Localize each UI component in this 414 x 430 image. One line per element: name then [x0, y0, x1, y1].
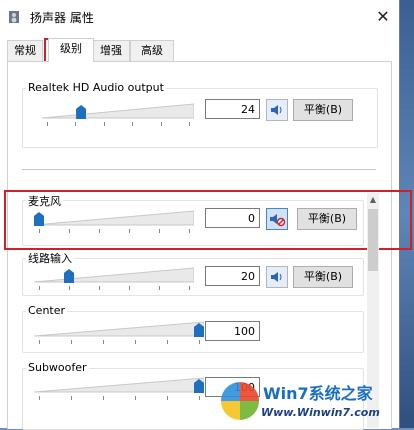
slider-tick: [135, 396, 136, 400]
slider-tick: [39, 340, 40, 344]
output-mute-button[interactable]: [266, 99, 288, 121]
speaker-icon: [271, 105, 282, 115]
slider-tick: [47, 122, 48, 126]
line-in-volume-value[interactable]: 20: [205, 266, 260, 286]
slider-track: [34, 377, 204, 393]
subwoofer-volume-slider[interactable]: [34, 374, 204, 404]
tab-enhancements[interactable]: 增强: [92, 40, 130, 61]
speaker-icon: [9, 11, 19, 23]
subwoofer-label: Subwoofer: [26, 361, 89, 374]
windows-logo-icon: [221, 382, 259, 420]
scrollbar-thumb[interactable]: [368, 209, 378, 271]
tab-general[interactable]: 常规: [7, 40, 43, 61]
center-volume-value[interactable]: 100: [205, 321, 260, 341]
slider-tick: [189, 286, 190, 290]
slider-tick: [71, 340, 72, 344]
output-volume-value[interactable]: 24: [205, 99, 260, 119]
slider-track: [34, 321, 204, 337]
window-title: 扬声器 属性: [30, 11, 94, 25]
slider-tick: [103, 122, 105, 126]
slider-tick: [160, 122, 162, 126]
output-balance-button[interactable]: 平衡(B): [293, 99, 353, 121]
separator: [22, 169, 376, 170]
slider-tick: [39, 286, 40, 290]
title-bar: 扬声器 属性 ✕: [0, 0, 399, 34]
center-volume-slider[interactable]: [34, 318, 204, 348]
tab-advanced[interactable]: 高级: [130, 40, 174, 61]
tab-levels[interactable]: 级别: [48, 38, 94, 62]
center-label: Center: [26, 304, 68, 317]
slider-tick: [103, 340, 104, 344]
slider-tick: [132, 122, 134, 126]
slider-tick: [75, 122, 77, 126]
output-label: Realtek HD Audio output: [26, 81, 166, 94]
close-button[interactable]: ✕: [368, 4, 398, 30]
slider-tick: [199, 340, 200, 344]
slider-tick: [69, 286, 70, 290]
line-in-mute-button[interactable]: [266, 266, 288, 288]
close-icon: ✕: [376, 7, 390, 26]
slider-tick: [189, 122, 190, 126]
highlight-microphone-row: [4, 190, 412, 250]
watermark-url: Www.Winwin7.com: [261, 406, 380, 419]
slider-tick: [99, 286, 100, 290]
slider-tick: [129, 286, 130, 290]
slider-tick: [103, 396, 104, 400]
slider-tick: [135, 340, 136, 344]
line-in-balance-button[interactable]: 平衡(B): [293, 266, 353, 288]
watermark: Win7系统之家 Www.Winwin7.com: [217, 372, 399, 428]
output-volume-slider[interactable]: [42, 100, 194, 130]
slider-tick: [159, 286, 160, 290]
watermark-brand: Win7系统之家: [263, 384, 373, 403]
slider-tick: [167, 340, 168, 344]
line-in-volume-slider[interactable]: [34, 264, 194, 294]
speaker-properties-dialog: 扬声器 属性 ✕ 常规 级别 增强 高级 Realtek HD Audio ou…: [0, 0, 412, 430]
slider-track: [34, 267, 194, 283]
slider-tick: [39, 396, 40, 400]
slider-tick: [167, 396, 168, 400]
speaker-icon: [271, 272, 282, 282]
slider-tick: [71, 396, 72, 400]
slider-tick: [199, 396, 200, 400]
scroll-up-arrow-icon[interactable]: ▲: [367, 193, 379, 207]
slider-track: [42, 103, 194, 119]
